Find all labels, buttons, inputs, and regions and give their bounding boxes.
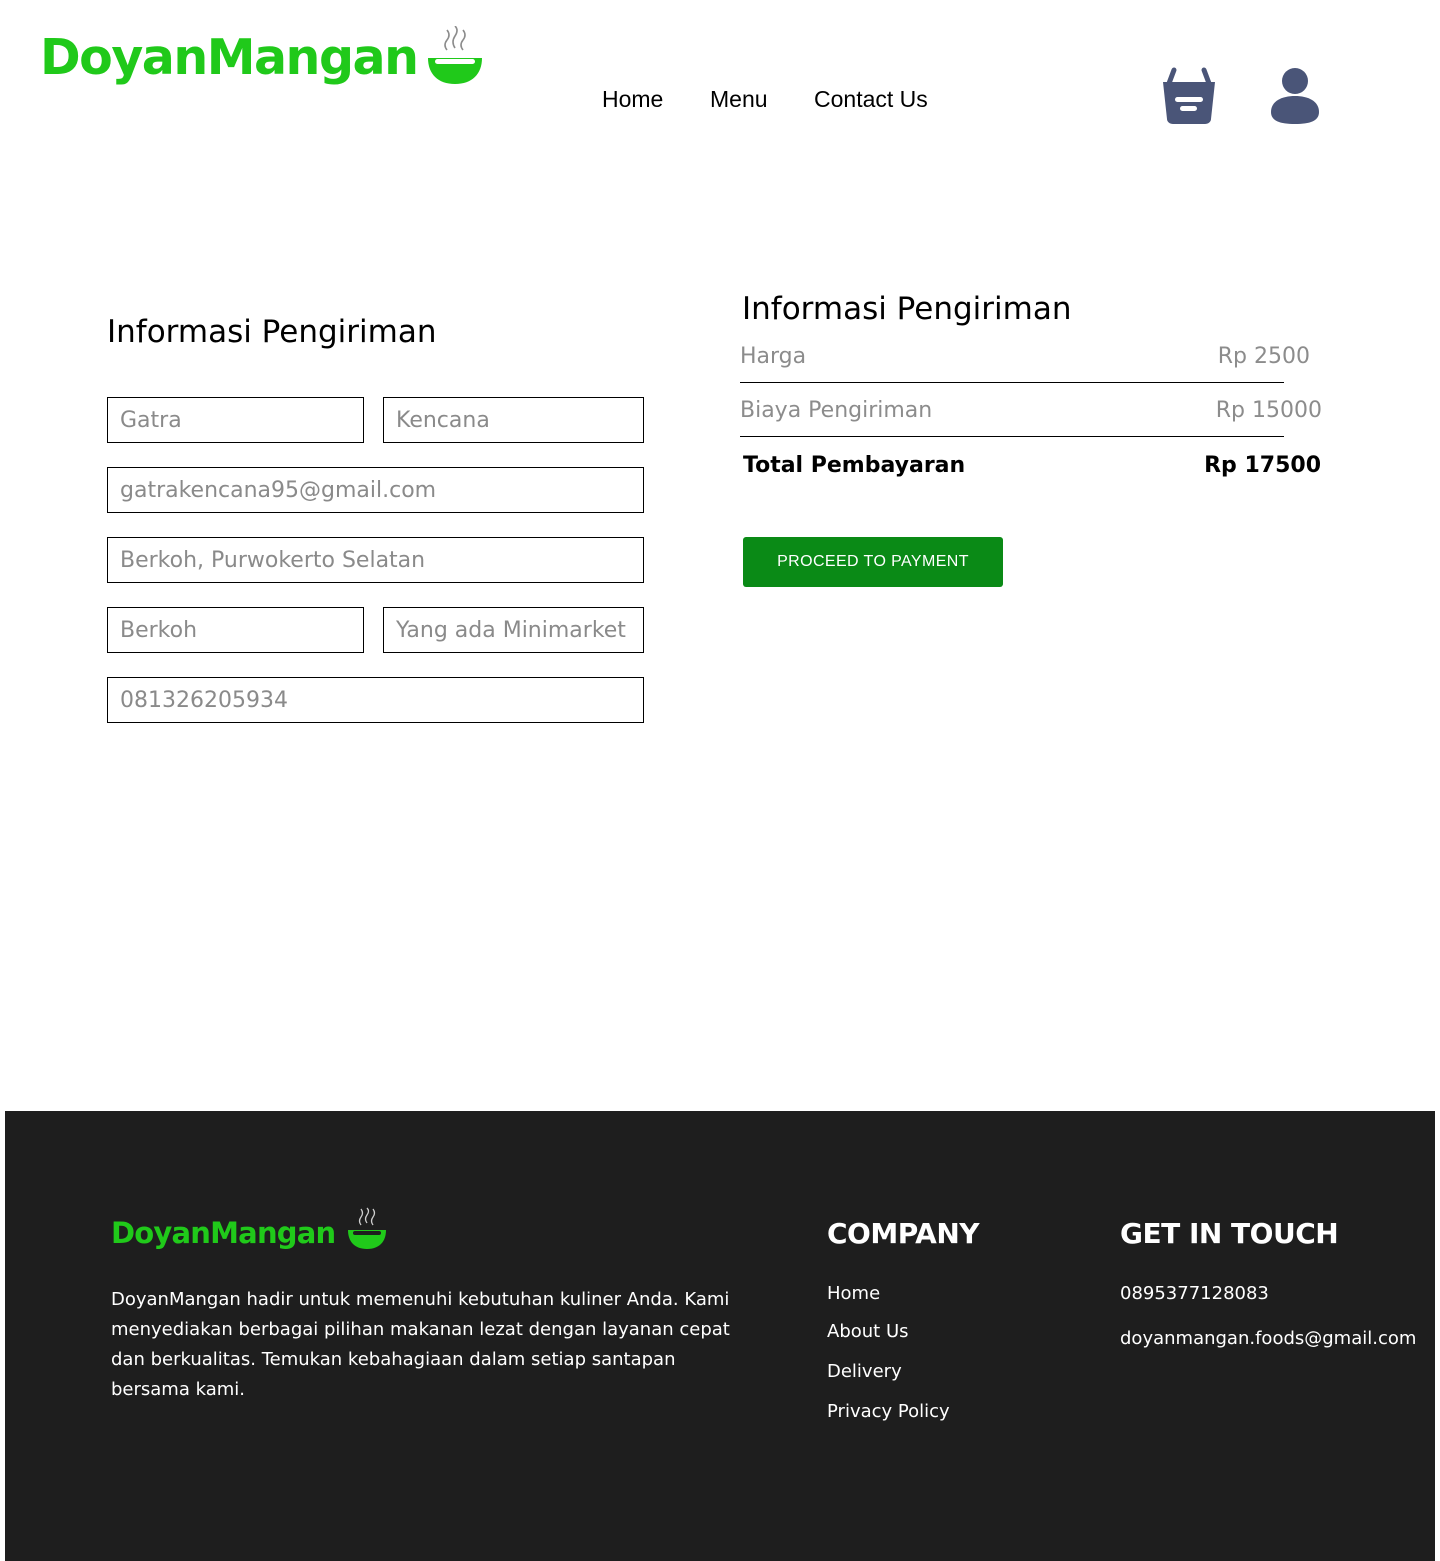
total-label: Total Pembayaran <box>743 453 966 478</box>
price-value: Rp 2500 <box>1217 344 1310 369</box>
user-icon <box>1271 68 1319 124</box>
divider <box>740 436 1284 437</box>
footer-email: doyanmangan.foods@gmail.com <box>1120 1328 1417 1349</box>
nav-contact-us[interactable]: Contact Us <box>814 86 928 113</box>
footer-link-home[interactable]: Home <box>827 1283 880 1304</box>
user-button[interactable] <box>1270 66 1320 130</box>
footer-link-about-us[interactable]: About Us <box>827 1321 909 1342</box>
footer-link-delivery[interactable]: Delivery <box>827 1361 902 1382</box>
footer-description: DoyanMangan hadir untuk memenuhi kebutuh… <box>111 1289 730 1400</box>
form-title: Informasi Pengiriman <box>107 314 437 350</box>
basket-icon <box>1163 67 1215 124</box>
landmark-field[interactable] <box>383 607 644 653</box>
summary-title: Informasi Pengiriman <box>742 291 1072 327</box>
nav-home[interactable]: Home <box>602 86 663 113</box>
village-field[interactable] <box>107 607 364 653</box>
footer-brand-name: DoyanMangan <box>111 1216 336 1250</box>
bowl-icon <box>348 1207 387 1249</box>
last-name-field[interactable] <box>383 397 644 443</box>
first-name-field[interactable] <box>107 397 364 443</box>
footer-phone: 0895377128083 <box>1120 1283 1269 1304</box>
total-value: Rp 17500 <box>1204 453 1321 478</box>
proceed-to-payment-button[interactable]: PROCEED TO PAYMENT <box>743 537 1003 587</box>
shipping-label: Biaya Pengiriman <box>740 398 933 423</box>
phone-field[interactable] <box>107 677 644 723</box>
company-heading: COMPANY <box>827 1217 980 1250</box>
basket-button[interactable] <box>1160 66 1218 130</box>
shipping-value: Rp 15000 <box>1215 398 1322 423</box>
email-field[interactable] <box>107 467 644 513</box>
contact-heading: GET IN TOUCH <box>1120 1217 1339 1250</box>
footer-link-privacy-policy[interactable]: Privacy Policy <box>827 1401 950 1422</box>
brand-name: DoyanMangan <box>40 29 419 86</box>
brand-logo[interactable]: DoyanMangan <box>40 26 483 89</box>
price-label: Harga <box>740 344 807 369</box>
bowl-icon <box>428 26 483 84</box>
divider <box>740 382 1284 383</box>
nav-menu[interactable]: Menu <box>710 86 768 113</box>
footer-brand: DoyanMangan <box>111 1207 387 1253</box>
address-field[interactable] <box>107 537 644 583</box>
footer: DoyanMangan DoyanMangan hadir untuk meme… <box>5 1111 1435 1561</box>
